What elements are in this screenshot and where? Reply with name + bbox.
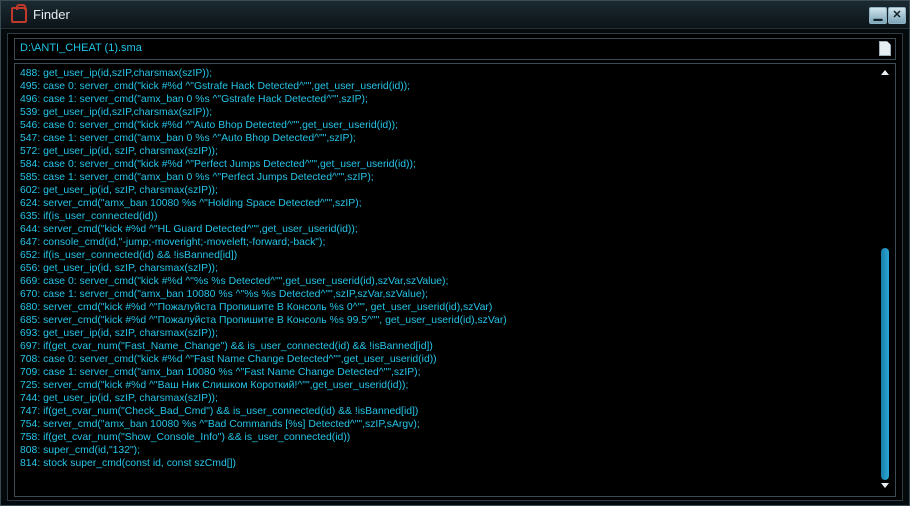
result-line[interactable]: 708: case 0: server_cmd("kick #%d ^"Fast… <box>20 353 873 366</box>
result-line[interactable]: 758: if(get_cvar_num("Show_Console_Info"… <box>20 431 873 444</box>
result-line[interactable]: 496: case 1: server_cmd("amx_ban 0 %s ^"… <box>20 93 873 106</box>
result-line[interactable]: 744: get_user_ip(id, szIP, charsmax(szIP… <box>20 392 873 405</box>
file-path: D:\ANTI_CHEAT (1).sma <box>20 42 142 54</box>
app-icon <box>11 4 27 23</box>
result-line[interactable]: 754: server_cmd("amx_ban 10080 %s ^"Bad … <box>20 418 873 431</box>
scrollbar-thumb[interactable] <box>881 248 889 480</box>
scroll-down-arrow-icon[interactable] <box>881 483 889 488</box>
result-line[interactable]: 495: case 0: server_cmd("kick #%d ^"Gstr… <box>20 80 873 93</box>
result-line[interactable]: 693: get_user_ip(id, szIP, charsmax(szIP… <box>20 327 873 340</box>
result-line[interactable]: 725: server_cmd("kick #%d ^"Ваш Ник Слиш… <box>20 379 873 392</box>
title-bar[interactable]: Finder ▁ ✕ <box>1 1 909 29</box>
result-line[interactable]: 539: get_user_ip(id,szIP,charsmax(szIP))… <box>20 106 873 119</box>
result-line[interactable]: 546: case 0: server_cmd("kick #%d ^"Auto… <box>20 119 873 132</box>
result-line[interactable]: 670: case 1: server_cmd("amx_ban 10080 %… <box>20 288 873 301</box>
result-line[interactable]: 635: if(is_user_connected(id)) <box>20 210 873 223</box>
result-line[interactable]: 652: if(is_user_connected(id) && !isBann… <box>20 249 873 262</box>
result-line[interactable]: 624: server_cmd("amx_ban 10080 %s ^"Hold… <box>20 197 873 210</box>
results-lines: 488: get_user_ip(id,szIP,charsmax(szIP))… <box>20 67 873 470</box>
result-line[interactable]: 680: server_cmd("kick #%d ^"Пожалуйста П… <box>20 301 873 314</box>
file-icon[interactable] <box>879 41 891 56</box>
scroll-up-arrow-icon[interactable] <box>881 70 889 75</box>
result-line[interactable]: 685: server_cmd("kick #%d ^"Пожалуйста П… <box>20 314 873 327</box>
result-line[interactable]: 814: stock super_cmd(const id, const szC… <box>20 457 873 470</box>
results-list[interactable]: 488: get_user_ip(id,szIP,charsmax(szIP))… <box>14 63 896 497</box>
result-line[interactable]: 669: case 0: server_cmd("kick #%d ^"%s %… <box>20 275 873 288</box>
vertical-scrollbar[interactable] <box>877 66 893 492</box>
result-line[interactable]: 747: if(get_cvar_num("Check_Bad_Cmd") &&… <box>20 405 873 418</box>
result-line[interactable]: 584: case 0: server_cmd("kick #%d ^"Perf… <box>20 158 873 171</box>
minimize-button[interactable]: ▁ <box>869 7 887 24</box>
result-line[interactable]: 488: get_user_ip(id,szIP,charsmax(szIP))… <box>20 67 873 80</box>
result-line[interactable]: 644: server_cmd("kick #%d ^"HL Guard Det… <box>20 223 873 236</box>
result-line[interactable]: 547: case 1: server_cmd("amx_ban 0 %s ^"… <box>20 132 873 145</box>
finder-content: D:\ANTI_CHEAT (1).sma 488: get_user_ip(i… <box>7 33 903 501</box>
result-line[interactable]: 647: console_cmd(id,"-jump;-moveright;-m… <box>20 236 873 249</box>
finder-window: Finder ▁ ✕ D:\ANTI_CHEAT (1).sma 488: ge… <box>0 0 910 506</box>
result-line[interactable]: 602: get_user_ip(id, szIP, charsmax(szIP… <box>20 184 873 197</box>
path-field[interactable]: D:\ANTI_CHEAT (1).sma <box>14 38 896 60</box>
result-line[interactable]: 572: get_user_ip(id, szIP, charsmax(szIP… <box>20 145 873 158</box>
result-line[interactable]: 808: super_cmd(id,"132"); <box>20 444 873 457</box>
close-button[interactable]: ✕ <box>888 7 906 24</box>
result-line[interactable]: 656: get_user_ip(id, szIP, charsmax(szIP… <box>20 262 873 275</box>
result-line[interactable]: 585: case 1: server_cmd("amx_ban 0 %s ^"… <box>20 171 873 184</box>
window-title: Finder <box>33 7 70 22</box>
result-line[interactable]: 697: if(get_cvar_num("Fast_Name_Change")… <box>20 340 873 353</box>
result-line[interactable]: 709: case 1: server_cmd("amx_ban 10080 %… <box>20 366 873 379</box>
